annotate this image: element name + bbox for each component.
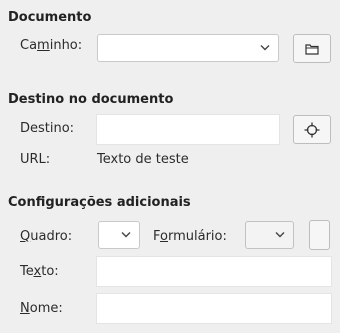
form-label-post: rmulário: <box>167 229 227 244</box>
crosshair-icon <box>304 122 320 137</box>
target-input[interactable] <box>96 114 280 145</box>
events-button[interactable] <box>309 220 330 250</box>
target-section-title: Destino no documento <box>8 92 174 107</box>
target-in-document-button[interactable] <box>293 115 331 144</box>
form-combobox[interactable] <box>245 221 294 249</box>
name-label-post: ome: <box>29 301 63 316</box>
name-label-mnemonic: N <box>20 301 30 316</box>
form-label-mnemonic: o <box>160 229 168 244</box>
text-label: Texto: <box>20 264 59 279</box>
name-label: Nome: <box>20 301 63 316</box>
url-value: Texto de teste <box>97 152 189 167</box>
chevron-down-icon <box>275 232 285 238</box>
document-section-title: Documento <box>8 10 92 25</box>
text-label-post: to: <box>41 264 59 279</box>
frame-combobox[interactable] <box>98 221 140 249</box>
target-label: Destino: <box>20 121 75 136</box>
additional-section-title: Configurações adicionais <box>8 195 191 210</box>
url-label: URL: <box>20 152 51 167</box>
name-input[interactable] <box>96 293 332 324</box>
path-label: Caminho: <box>20 38 82 53</box>
path-label-mnemonic: m <box>37 38 50 53</box>
text-input[interactable] <box>96 256 332 287</box>
chevron-down-icon <box>260 45 270 51</box>
path-label-pre: Ca <box>20 38 38 53</box>
frame-label: Quadro: <box>20 229 72 244</box>
open-file-button[interactable] <box>293 34 331 63</box>
path-label-post: inho: <box>49 38 83 53</box>
frame-label-mnemonic: Q <box>20 229 31 244</box>
form-label-pre: F <box>153 229 161 244</box>
text-label-pre: Te <box>20 264 34 279</box>
path-combobox[interactable] <box>97 34 279 62</box>
folder-icon <box>305 43 319 55</box>
chevron-down-icon <box>121 232 131 238</box>
frame-label-post: uadro: <box>30 229 73 244</box>
form-label: Formulário: <box>153 229 227 244</box>
